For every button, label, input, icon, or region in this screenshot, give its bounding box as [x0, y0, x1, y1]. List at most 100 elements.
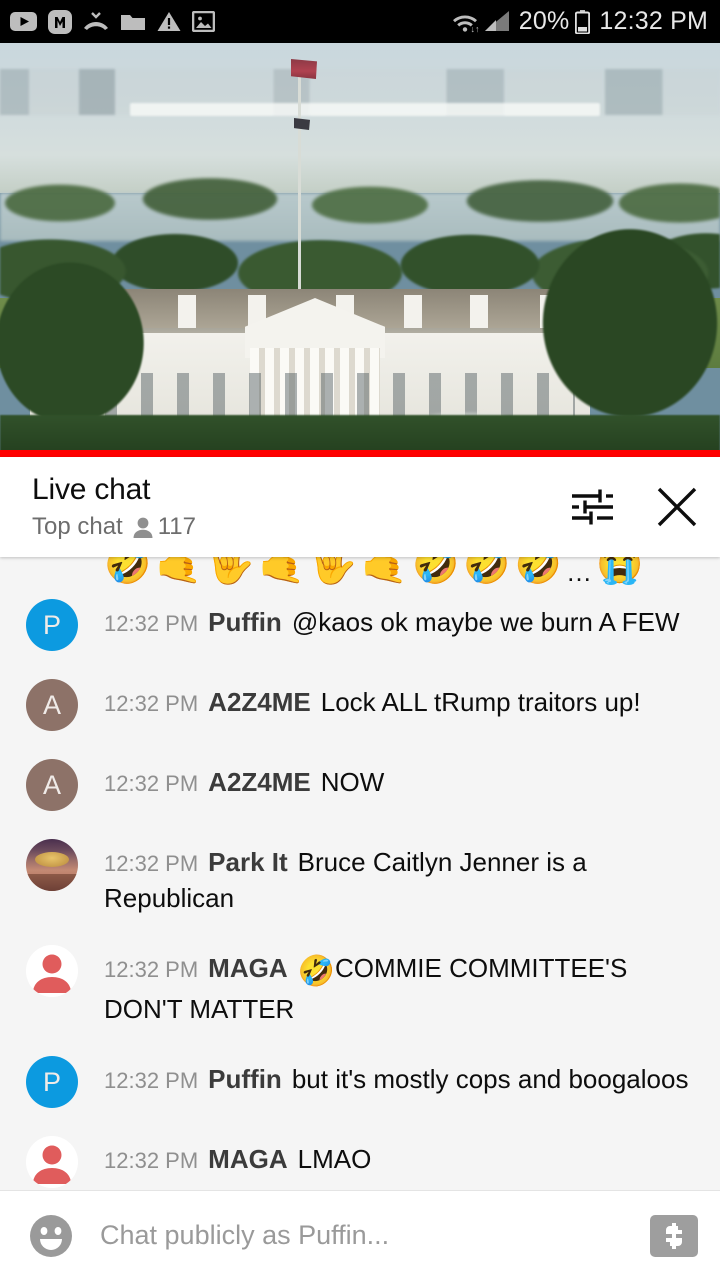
page-title: Live chat: [32, 473, 151, 506]
chat-input-bar: [0, 1190, 720, 1280]
avatar[interactable]: [26, 1136, 78, 1189]
message-text: Lock ALL tRump traitors up!: [320, 687, 641, 717]
avatar-letter: P: [42, 1066, 61, 1097]
emoji-picker-button[interactable]: [28, 1213, 74, 1259]
live-chat-header: Live chat Top chat 117: [0, 457, 720, 557]
live-chat-title-group: Live chat Top chat 117: [32, 473, 570, 541]
chat-message[interactable]: P 12:32 PM Puffin but it's mostly cops and…: [0, 1042, 720, 1122]
status-bar-system-icons: ↓↑ 20% 12:32 PM: [451, 7, 708, 36]
message-author[interactable]: MAGA: [208, 953, 287, 983]
message-author[interactable]: Puffin: [208, 607, 282, 637]
avatar[interactable]: P: [26, 599, 78, 651]
message-timestamp: 12:32 PM: [104, 1148, 199, 1174]
emoji-glyph: 🤣: [104, 557, 152, 585]
chat-settings-button[interactable]: [570, 487, 614, 527]
chat-mode-label[interactable]: Top chat: [32, 513, 123, 541]
message-author[interactable]: MAGA: [208, 1144, 287, 1174]
image-icon: [192, 11, 215, 32]
chat-settings-icon: [572, 489, 613, 525]
message-text: LMAO: [297, 1144, 372, 1175]
chat-message-body: 12:32 PM MAGA LMAO: [104, 1136, 698, 1178]
chat-message-body: 12:32 PM Puffin but it's mostly cops and b…: [104, 1056, 698, 1098]
chat-input[interactable]: [100, 1220, 650, 1251]
message-author[interactable]: A2Z4ME: [208, 687, 311, 717]
status-bar: ↓↑ 20% 12:32 PM: [0, 0, 720, 43]
avatar[interactable]: A: [26, 679, 78, 731]
message-timestamp: 12:32 PM: [104, 956, 199, 982]
super-chat-button[interactable]: [650, 1214, 698, 1257]
chat-message-body: 12:32 PM MAGA 🤣COMMIE COMMITTEE'S DON'T MA…: [104, 945, 698, 1028]
message-timestamp: 12:32 PM: [104, 851, 199, 876]
video-player[interactable]: [0, 43, 720, 450]
distant-building-row: [130, 103, 600, 116]
folder-icon: [121, 14, 145, 30]
chat-message-body: 12:32 PM A2Z4ME NOW: [104, 759, 698, 801]
message-author[interactable]: Puffin: [208, 1064, 282, 1094]
warning-triangle-icon: [157, 12, 181, 31]
message-timestamp: 12:32 PM: [104, 691, 199, 716]
viewer-count: 117: [157, 513, 196, 540]
avatar[interactable]: [26, 944, 78, 997]
emoji-glyph: 🤣: [463, 557, 511, 585]
emoji-glyph: 🤟: [309, 557, 357, 585]
us-flag: [291, 59, 317, 79]
cell-signal-icon: [484, 11, 509, 31]
foreground-tree-right: [520, 193, 720, 450]
message-text: NOW: [320, 767, 385, 797]
chat-message-list[interactable]: 🤣 🤙 🤟 🤙 🤟 🤙 🤣 🤣 🤣 … 😭 P 12:32 PM Puffin @k…: [0, 557, 720, 1190]
avatar-photo-detail: [35, 852, 69, 867]
chimney: [178, 295, 196, 329]
video-progress-bar[interactable]: [0, 450, 720, 457]
emoji-glyph: 🤣: [411, 557, 460, 585]
live-chat-actions: [570, 484, 700, 530]
message-text: but it's mostly cops and boogaloos: [291, 1064, 689, 1095]
chat-message-body: 12:32 PM A2Z4ME Lock ALL tRump traitors up…: [104, 679, 698, 721]
chat-message-body: 12:32 PM Park It Bruce Caitlyn Jenner is a…: [104, 839, 698, 917]
close-chat-button[interactable]: [654, 484, 700, 530]
chat-message-body: 12:32 PM Puffin @kaos ok maybe we burn A F…: [104, 599, 698, 641]
battery-icon: [575, 9, 591, 34]
avatar-letter: P: [42, 609, 61, 640]
flagpole: [298, 61, 301, 291]
default-avatar-icon: [26, 944, 78, 997]
chat-message[interactable]: 12:32 PM Park It Bruce Caitlyn Jenner is a…: [0, 825, 720, 931]
wifi-icon: ↓↑: [452, 15, 479, 33]
chimney: [404, 295, 422, 329]
emoji-overflow-ellipsis: …: [565, 557, 592, 585]
default-avatar-icon: [26, 1136, 78, 1189]
chat-message[interactable]: 12:32 PM MAGA 🤣COMMIE COMMITTEE'S DON'T MA…: [0, 931, 720, 1042]
chat-message[interactable]: A 12:32 PM A2Z4ME NOW: [0, 745, 720, 825]
chat-message[interactable]: P 12:32 PM Puffin @kaos ok maybe we burn A…: [0, 585, 720, 665]
missed-call-icon: [84, 11, 108, 30]
message-emoji: 🤣: [297, 954, 335, 988]
message-text: @kaos ok maybe we burn A FEW: [291, 607, 680, 637]
secondary-flag: [294, 118, 310, 130]
battery-percent-label: 20%: [518, 7, 570, 35]
svg-text:↓↑: ↓↑: [470, 24, 479, 33]
message-author[interactable]: Park It: [208, 847, 288, 877]
chimney: [470, 295, 488, 329]
avatar[interactable]: A: [26, 759, 78, 811]
avatar-letter: A: [42, 769, 61, 800]
foreground-hedge: [0, 415, 720, 450]
emoji-glyph: 🤙: [257, 557, 306, 585]
chat-message[interactable]: A 12:32 PM A2Z4ME Lock ALL tRump traitors …: [0, 665, 720, 745]
emoji-glyph: 🤣: [514, 557, 562, 585]
chat-message[interactable]: 12:32 PM MAGA LMAO: [0, 1122, 720, 1190]
avatar[interactable]: P: [26, 1056, 78, 1109]
message-author[interactable]: A2Z4ME: [208, 767, 311, 797]
status-bar-clock: 12:32 PM: [599, 7, 708, 35]
message-timestamp: 12:32 PM: [104, 611, 199, 636]
emoji-glyph: 🤙: [155, 557, 203, 585]
dollar-sign-icon: [666, 1222, 682, 1249]
clipped-emoji-message: 🤣 🤙 🤟 🤙 🤟 🤙 🤣 🤣 🤣 … 😭: [0, 557, 720, 585]
viewer-count-group: 117: [132, 513, 196, 541]
emoji-smiley-icon: [30, 1214, 72, 1257]
emoji-glyph: 🤙: [360, 557, 408, 585]
person-icon: [133, 517, 153, 538]
close-icon: [657, 487, 697, 527]
message-timestamp: 12:32 PM: [104, 1068, 199, 1094]
live-chat-subheader: Top chat 117: [32, 513, 570, 541]
youtube-icon: [10, 12, 37, 31]
avatar[interactable]: [26, 839, 78, 891]
